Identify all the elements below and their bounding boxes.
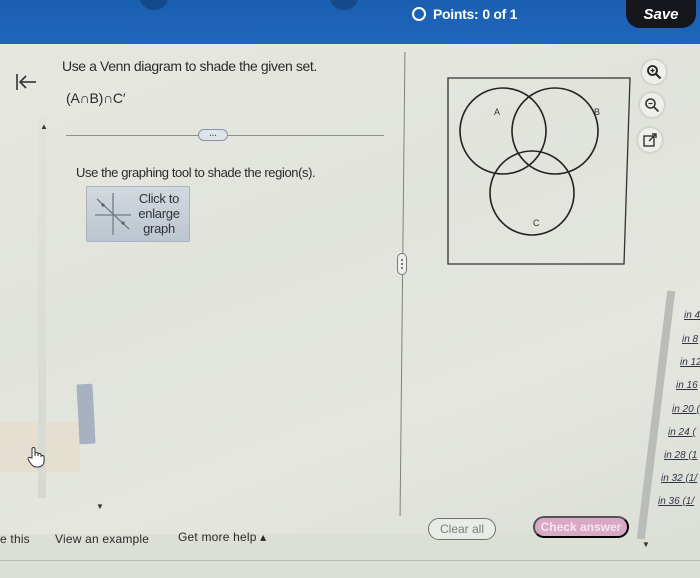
zoom-out-icon [645,98,660,113]
scroll-down-arrow-icon[interactable]: ▼ [642,540,650,549]
question-list-item[interactable]: in 16 [676,380,698,391]
partial-footer-link[interactable]: e this [0,532,30,546]
hand-cursor-icon [27,447,45,468]
zoom-in-icon [647,65,662,80]
save-button[interactable]: Save [626,0,696,28]
venn-diagram[interactable]: A B C [446,76,632,266]
question-list-item[interactable]: in 12 [680,357,700,368]
instruction-text: Use the graphing tool to shade the regio… [76,165,316,180]
check-answer-button[interactable]: Check answer [533,516,629,538]
points-value: 0 of 1 [482,6,518,22]
view-example-link[interactable]: View an example [55,532,149,546]
question-list-item[interactable]: in 28 (1 [664,450,697,461]
panel-splitter-handle[interactable] [397,253,407,275]
enlarge-line-3: graph [143,221,175,236]
get-more-help-link[interactable]: Get more help ▴ [178,530,266,544]
left-scrollbar-track[interactable] [38,118,46,498]
top-bar: Points: 0 of 1 Save [0,0,700,44]
set-a-circle[interactable] [459,87,547,175]
scroll-down-arrow-icon[interactable]: ▼ [96,502,104,511]
question-list-item[interactable]: in 4 [684,310,700,321]
scroll-up-arrow-icon[interactable]: ▲ [40,122,48,131]
question-list-item[interactable]: in 20 ( [672,404,700,415]
decorative-shape [330,0,358,10]
set-expression: (A∩B)∩C′ [66,90,126,106]
footer-divider [0,560,700,561]
set-c-label: C [533,218,540,228]
question-list-item[interactable]: in 8 [682,334,698,345]
question-title: Use a Venn diagram to shade the given se… [62,58,317,74]
enlarge-line-1: Click to [138,191,180,206]
left-scrollbar-thumb[interactable] [76,383,96,445]
collapse-left-icon[interactable] [14,72,38,92]
set-a-label: A [494,107,500,117]
decorative-shape [140,0,168,10]
clear-all-button[interactable]: Clear all [428,518,496,540]
enlarge-line-2: enlarge [138,206,180,221]
points-label: Points: [433,6,479,22]
set-b-label: B [594,107,600,117]
set-b-circle[interactable] [511,87,599,175]
question-list-item[interactable]: in 24 ( [668,427,696,438]
enlarge-graph-button[interactable]: Click to enlarge graph [86,186,190,242]
question-list-item[interactable]: in 32 (1/ [661,473,697,484]
enlarge-graph-label: Click to enlarge graph [131,191,187,236]
popout-button[interactable] [638,128,662,152]
points-indicator: Points: 0 of 1 [412,6,517,22]
question-list-item[interactable]: in 36 (1/ [658,496,694,507]
graph-thumbnail-icon [95,193,131,235]
zoom-in-button[interactable] [642,60,666,84]
expand-more-button[interactable]: … [198,129,228,141]
zoom-out-button[interactable] [640,93,664,117]
status-circle-icon [412,7,426,21]
popout-icon [643,133,657,147]
